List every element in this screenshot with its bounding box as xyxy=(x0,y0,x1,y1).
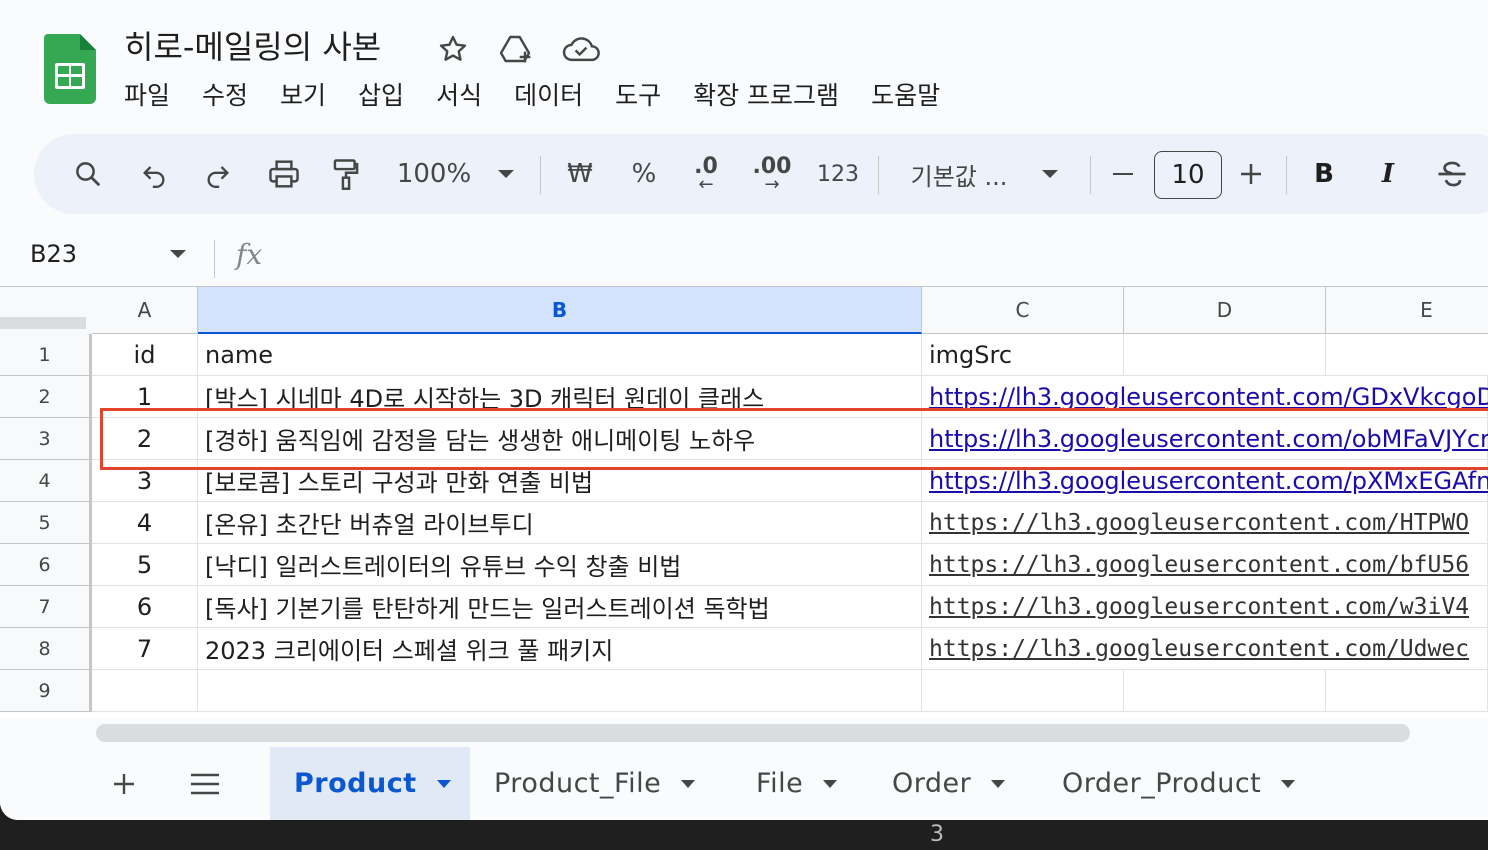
cloud-saved-icon[interactable] xyxy=(562,30,600,68)
sheet-tab-label: Product xyxy=(294,768,417,799)
paint-format-icon[interactable] xyxy=(328,134,364,214)
cell[interactable]: 2023 크리에이터 스페셜 위크 풀 패키지 xyxy=(198,628,922,670)
menu-data[interactable]: 데이터 xyxy=(514,76,599,112)
sheet-tab-file[interactable]: File xyxy=(756,747,838,820)
spreadsheet-window: 히로-메일링의 사본 파일 수정 보기 삽입 서식 데이터 도구 확장 프로그램… xyxy=(0,0,1488,820)
sheet-tab-order-product[interactable]: Order_Product xyxy=(1062,747,1296,820)
cell[interactable]: [독사] 기본기를 탄탄하게 만드는 일러스트레이션 독학법 xyxy=(198,586,922,628)
cell[interactable]: id xyxy=(92,334,198,376)
print-icon[interactable] xyxy=(264,134,304,214)
name-box-dropdown-icon[interactable] xyxy=(170,250,186,258)
all-sheets-menu-icon[interactable] xyxy=(190,747,220,820)
sheets-logo-icon[interactable] xyxy=(44,34,96,104)
percent-format-button[interactable]: % xyxy=(626,134,662,214)
cell[interactable]: imgSrc xyxy=(922,334,1124,376)
star-icon[interactable] xyxy=(434,30,472,68)
image-link[interactable]: https://lh3.googleusercontent.com/w3iV4 xyxy=(922,586,1488,628)
row-header[interactable]: 3 xyxy=(0,418,92,460)
cell[interactable] xyxy=(922,670,1124,712)
row-header[interactable]: 9 xyxy=(0,670,92,712)
sheet-tab-order[interactable]: Order xyxy=(892,747,1006,820)
chevron-down-icon[interactable] xyxy=(1281,779,1296,788)
row-header[interactable]: 6 xyxy=(0,544,92,586)
cell[interactable]: 4 xyxy=(92,502,198,544)
sheet-tab-product-file[interactable]: Product_File xyxy=(494,747,696,820)
cell[interactable] xyxy=(92,670,198,712)
menu-help[interactable]: 도움말 xyxy=(871,76,956,112)
currency-format-button[interactable]: ₩ xyxy=(562,134,598,214)
sheet-tab-label: File xyxy=(756,768,804,799)
menu-extensions[interactable]: 확장 프로그램 xyxy=(693,76,855,112)
menu-tools[interactable]: 도구 xyxy=(615,76,677,112)
toolbar: 100% ₩ % .0 ← .00 → 123 기본값 ... B I xyxy=(34,134,1488,214)
row-header[interactable]: 4 xyxy=(0,460,92,502)
cell[interactable]: [온유] 초간단 버츄얼 라이브투디 xyxy=(198,502,922,544)
sheet-tab-label: Order xyxy=(892,768,972,799)
image-link[interactable]: https://lh3.googleusercontent.com/HTPWO xyxy=(922,502,1488,544)
menu-bar: 파일 수정 보기 삽입 서식 데이터 도구 확장 프로그램 도움말 xyxy=(124,76,972,112)
cell[interactable]: 7 xyxy=(92,628,198,670)
italic-button[interactable]: I xyxy=(1372,134,1404,214)
document-title[interactable]: 히로-메일링의 사본 xyxy=(124,22,381,68)
column-header-e[interactable]: E xyxy=(1326,287,1488,334)
zoom-dropdown-icon[interactable] xyxy=(494,134,518,214)
formula-fx-icon: fx xyxy=(236,238,263,271)
sheet-tab-product[interactable]: Product xyxy=(270,747,470,820)
sheet-tab-label: Product_File xyxy=(494,768,662,799)
menu-file[interactable]: 파일 xyxy=(124,76,186,112)
increase-font-size-icon[interactable] xyxy=(1236,134,1266,214)
chevron-down-icon[interactable] xyxy=(823,779,838,788)
cell[interactable] xyxy=(1124,334,1326,376)
row-header[interactable]: 2 xyxy=(0,376,92,418)
sheet-tab-bar: Product Product_File File Order Order_Pr… xyxy=(0,747,1488,820)
cell[interactable]: [낙디] 일러스트레이터의 유튜브 수익 창출 비법 xyxy=(198,544,922,586)
menu-view[interactable]: 보기 xyxy=(280,76,342,112)
font-family-select[interactable]: 기본값 ... xyxy=(904,134,1014,214)
add-sheet-icon[interactable] xyxy=(112,747,136,820)
zoom-select[interactable]: 100% xyxy=(394,134,474,214)
row-header[interactable]: 7 xyxy=(0,586,92,628)
increase-decimal-button[interactable]: .00 → xyxy=(750,134,794,214)
bold-button[interactable]: B xyxy=(1308,134,1340,214)
menu-insert[interactable]: 삽입 xyxy=(358,76,420,112)
decrease-font-size-icon[interactable] xyxy=(1108,134,1138,214)
dock-notification-count: 3 xyxy=(930,822,944,847)
cell[interactable]: 6 xyxy=(92,586,198,628)
menu-edit[interactable]: 수정 xyxy=(202,76,264,112)
chevron-down-icon[interactable] xyxy=(991,779,1006,788)
column-header-a[interactable]: A xyxy=(92,287,198,334)
cell[interactable]: name xyxy=(198,334,922,376)
undo-icon[interactable] xyxy=(136,134,172,214)
strikethrough-icon[interactable] xyxy=(1434,134,1470,214)
cell[interactable] xyxy=(1124,670,1326,712)
column-header-b[interactable]: B xyxy=(198,287,922,334)
menu-format[interactable]: 서식 xyxy=(436,76,498,112)
chevron-down-icon[interactable] xyxy=(436,779,451,788)
font-dropdown-icon[interactable] xyxy=(1038,134,1062,214)
redo-icon[interactable] xyxy=(200,134,236,214)
decrease-decimal-button[interactable]: .0 ← xyxy=(686,134,726,214)
cell[interactable] xyxy=(1326,670,1488,712)
column-header-c[interactable]: C xyxy=(922,287,1124,334)
row-header[interactable]: 8 xyxy=(0,628,92,670)
sheet-tab-label: Order_Product xyxy=(1062,768,1262,799)
cell[interactable] xyxy=(1326,334,1488,376)
spreadsheet-grid[interactable]: A B C D E 1 id name imgSrc 2 1 [박스] 시네마 … xyxy=(0,287,1488,717)
font-size-input[interactable]: 10 xyxy=(1154,151,1222,199)
search-icon[interactable] xyxy=(70,134,106,214)
name-box[interactable]: B23 xyxy=(30,240,77,268)
row-header[interactable]: 5 xyxy=(0,502,92,544)
select-all-corner[interactable] xyxy=(0,287,92,334)
move-to-drive-icon[interactable] xyxy=(498,30,536,68)
chevron-down-icon[interactable] xyxy=(681,779,696,788)
row-highlight-annotation xyxy=(100,408,1488,470)
image-link[interactable]: https://lh3.googleusercontent.com/Udwec xyxy=(922,628,1488,670)
cell[interactable] xyxy=(198,670,922,712)
cell[interactable]: 5 xyxy=(92,544,198,586)
column-header-d[interactable]: D xyxy=(1124,287,1326,334)
number-format-button[interactable]: 123 xyxy=(814,134,862,214)
image-link[interactable]: https://lh3.googleusercontent.com/bfU56 xyxy=(922,544,1488,586)
row-header[interactable]: 1 xyxy=(0,334,92,376)
horizontal-scrollbar[interactable] xyxy=(96,724,1410,742)
